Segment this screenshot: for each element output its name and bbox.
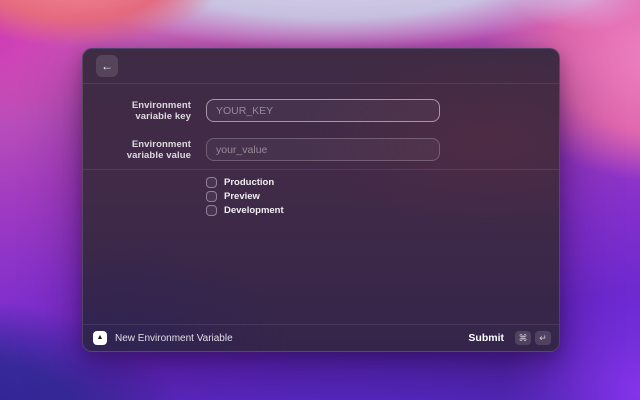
checkbox-icon (206, 177, 217, 188)
checkbox-preview-label: Preview (224, 191, 260, 202)
return-key-icon: ↵ (535, 331, 551, 345)
vercel-logo-icon: ▲ (93, 331, 107, 345)
footer-title: New Environment Variable (115, 332, 233, 344)
window-footer: ▲ New Environment Variable Submit ⌘ ↵ (83, 324, 559, 351)
window-header: ← (83, 49, 559, 84)
env-value-label: Environment variable value (126, 138, 191, 161)
checkbox-icon (206, 191, 217, 202)
submit-button[interactable]: Submit ⌘ ↵ (468, 331, 551, 345)
back-button[interactable]: ← (96, 55, 118, 77)
checkbox-preview[interactable]: Preview (206, 191, 559, 202)
env-value-input[interactable] (206, 138, 440, 161)
env-key-input[interactable] (206, 99, 440, 122)
env-key-row: Environment variable key (83, 99, 559, 122)
command-key-icon: ⌘ (515, 331, 531, 345)
back-arrow-icon: ← (101, 59, 113, 73)
vercel-triangle-glyph: ▲ (96, 334, 104, 341)
checkbox-development-label: Development (224, 205, 284, 216)
env-key-label: Environment variable key (131, 99, 191, 122)
env-value-row: Environment variable value (83, 138, 559, 161)
checkbox-development[interactable]: Development (206, 205, 559, 216)
checkbox-production-label: Production (224, 177, 275, 188)
environment-checkbox-group: Production Preview Development (83, 177, 559, 219)
raycast-window: ← Environment variable key Environment v… (82, 48, 560, 352)
form-body: Environment variable key Environment var… (83, 84, 559, 324)
checkbox-icon (206, 205, 217, 216)
form-divider (83, 169, 559, 170)
checkbox-production[interactable]: Production (206, 177, 559, 188)
submit-label: Submit (468, 332, 504, 344)
